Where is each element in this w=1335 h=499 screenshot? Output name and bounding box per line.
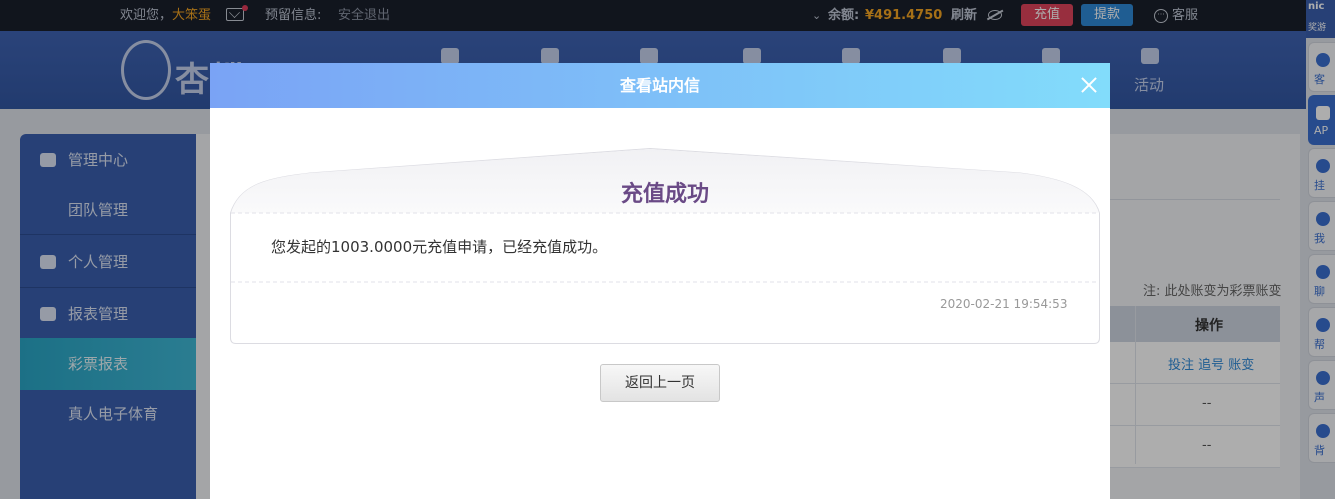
letter-card: 充值成功 您发起的1003.0000元充值申请，已经充值成功。 2020-02-… — [230, 148, 1100, 344]
letter-timestamp: 2020-02-21 19:54:53 — [940, 297, 1068, 311]
back-button[interactable]: 返回上一页 — [600, 364, 720, 402]
dialog-title: 查看站内信 — [619, 76, 700, 95]
letter-body: 您发起的1003.0000元充值申请，已经充值成功。 — [271, 238, 608, 256]
message-dialog: 查看站内信 充值成功 您发起的1003.0000元充值申请，已经充值成功。 20… — [210, 63, 1110, 499]
close-icon[interactable] — [1078, 74, 1100, 96]
letter-title: 充值成功 — [620, 182, 709, 207]
